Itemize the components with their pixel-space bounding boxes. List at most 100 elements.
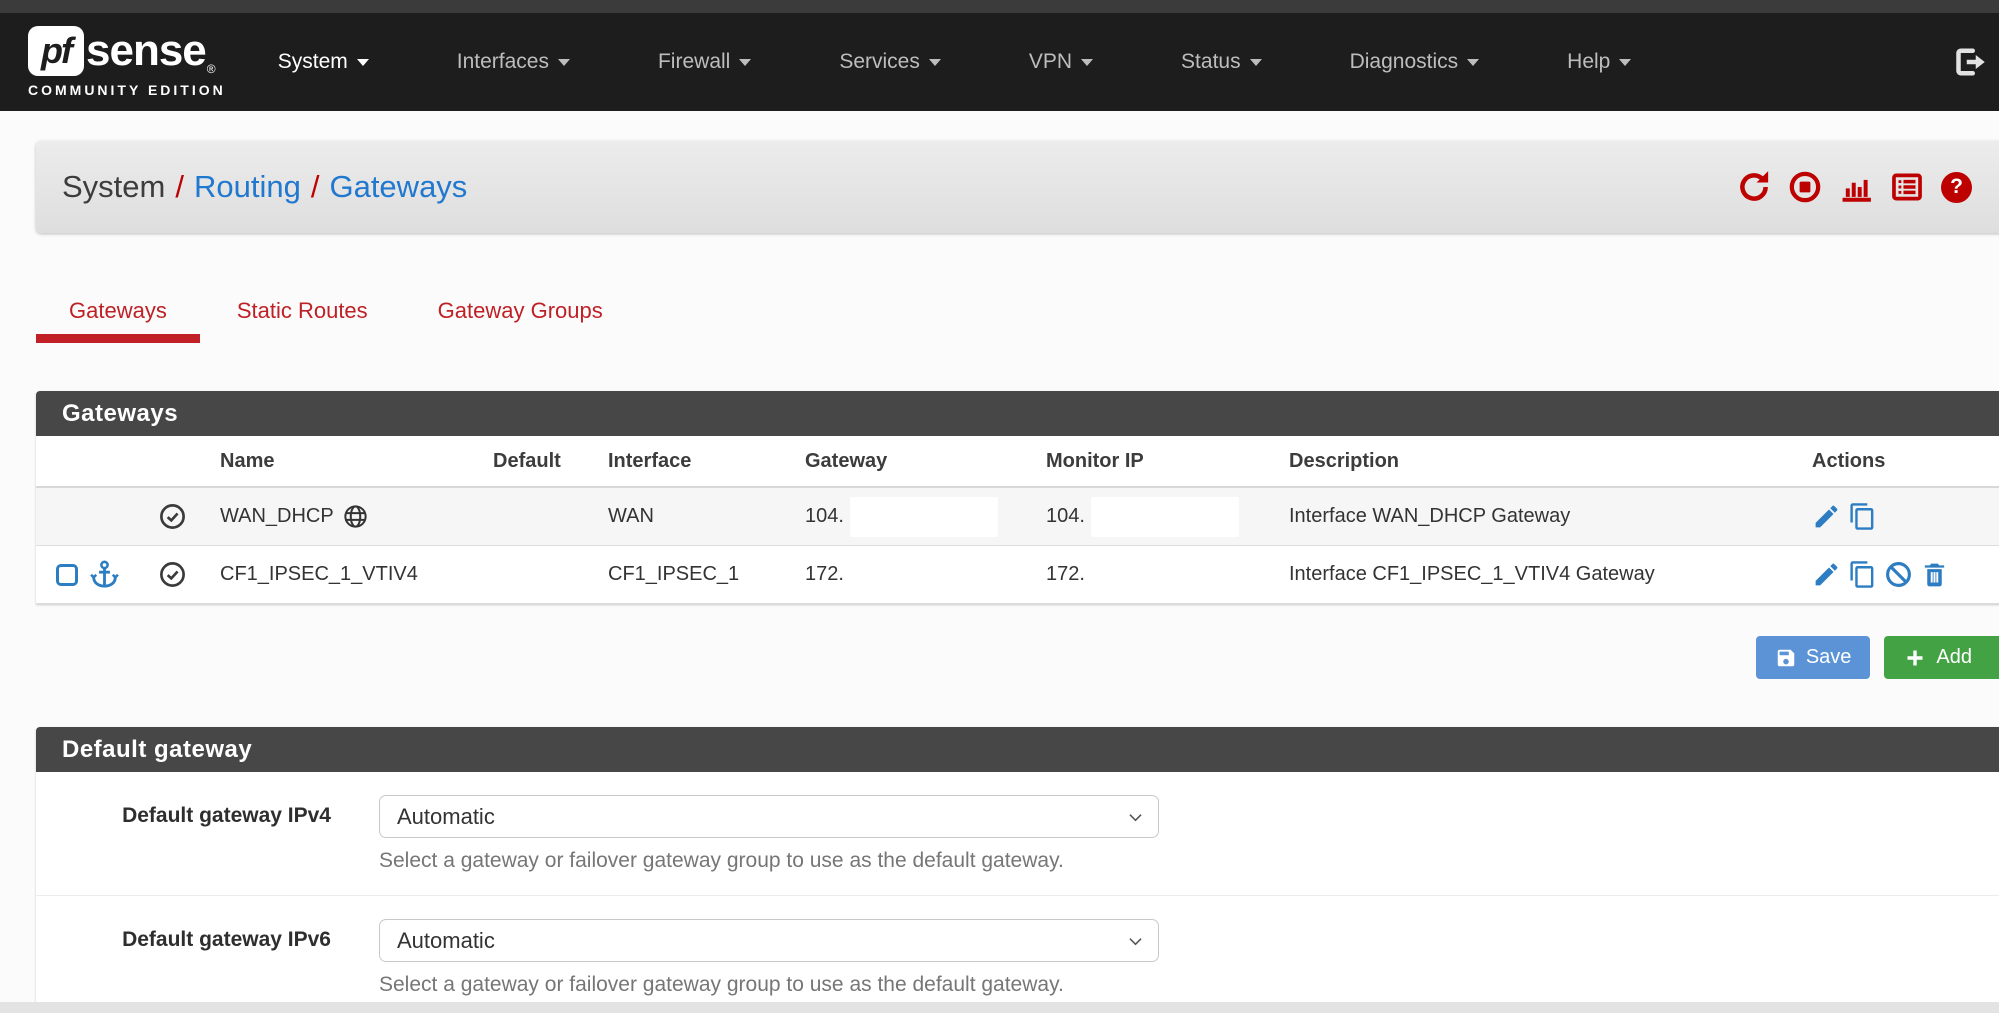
copy-icon[interactable] bbox=[1848, 560, 1877, 589]
default-gateway-panel-header: Default gateway bbox=[36, 727, 1999, 772]
pfsense-gateways-page: pf sense ® COMMUNITY EDITION System Inte… bbox=[0, 0, 1999, 1013]
navbar-right bbox=[1951, 44, 1987, 80]
stop-circle-icon[interactable] bbox=[1788, 170, 1822, 204]
globe-icon bbox=[342, 503, 369, 530]
breadcrumb-separator: / bbox=[301, 169, 330, 204]
table-row: WAN_DHCP WAN 104. 104. Interface WAN_DHC… bbox=[36, 488, 1999, 546]
chevron-down-icon bbox=[1126, 932, 1145, 951]
default-gateway-ipv4-select[interactable]: Automatic bbox=[379, 795, 1159, 838]
nav-item-interfaces[interactable]: Interfaces bbox=[457, 50, 570, 74]
edit-icon[interactable] bbox=[1812, 560, 1841, 589]
nav-item-system[interactable]: System bbox=[278, 50, 369, 74]
gateway-description: Interface WAN_DHCP Gateway bbox=[1289, 505, 1812, 528]
nav-item-firewall[interactable]: Firewall bbox=[658, 50, 751, 74]
column-header-actions: Actions bbox=[1812, 450, 1999, 473]
form-row-ipv6: Default gateway IPv6 Automatic Select a … bbox=[36, 895, 1999, 1013]
gateway-address: 104. bbox=[805, 505, 844, 528]
plus-icon bbox=[1903, 646, 1927, 670]
field-help-text: Select a gateway or failover gateway gro… bbox=[379, 973, 1159, 997]
nav-menu: System Interfaces Firewall Services VPN … bbox=[278, 50, 1632, 74]
default-gateway-ipv6-select[interactable]: Automatic bbox=[379, 919, 1159, 962]
gateways-panel-header: Gateways bbox=[36, 391, 1999, 436]
column-header-gateway: Gateway bbox=[805, 450, 1046, 473]
refresh-icon[interactable] bbox=[1737, 170, 1771, 204]
button-row: Save Add bbox=[36, 636, 1999, 679]
chevron-down-icon bbox=[1081, 59, 1093, 66]
breadcrumb: System/Routing/Gateways bbox=[36, 141, 1999, 233]
page-title: System/Routing/Gateways bbox=[62, 169, 467, 205]
edit-icon[interactable] bbox=[1812, 502, 1841, 531]
table-row: CF1_IPSEC_1_VTIV4 CF1_IPSEC_1 172. 172. … bbox=[36, 546, 1999, 604]
nav-item-status[interactable]: Status bbox=[1181, 50, 1262, 74]
nav-item-help[interactable]: Help bbox=[1567, 50, 1631, 74]
content-area: System/Routing/Gateways bbox=[36, 141, 1999, 1013]
save-button[interactable]: Save bbox=[1756, 636, 1871, 679]
check-circle-icon bbox=[158, 560, 187, 589]
registered-mark: ® bbox=[207, 62, 216, 76]
column-header-interface: Interface bbox=[608, 450, 805, 473]
column-header-default: Default bbox=[493, 450, 608, 473]
redaction-box bbox=[1091, 497, 1239, 537]
tab-static-routes[interactable]: Static Routes bbox=[204, 291, 401, 343]
panel-title: Gateways bbox=[62, 400, 178, 428]
default-gateway-ipv4-label: Default gateway IPv4 bbox=[36, 795, 331, 873]
chevron-down-icon bbox=[929, 59, 941, 66]
window-top-strip bbox=[0, 0, 1999, 13]
gateway-description: Interface CF1_IPSEC_1_VTIV4 Gateway bbox=[1289, 563, 1812, 586]
column-header-description: Description bbox=[1289, 450, 1812, 473]
redaction-box bbox=[850, 497, 998, 537]
chevron-down-icon bbox=[1126, 808, 1145, 827]
gateway-name: CF1_IPSEC_1_VTIV4 bbox=[220, 563, 418, 586]
chevron-down-icon bbox=[558, 59, 570, 66]
anchor-icon bbox=[89, 559, 120, 590]
breadcrumb-link-gateways[interactable]: Gateways bbox=[329, 169, 467, 204]
tab-gateway-groups[interactable]: Gateway Groups bbox=[405, 291, 636, 343]
field-help-text: Select a gateway or failover gateway gro… bbox=[379, 849, 1159, 873]
nav-item-diagnostics[interactable]: Diagnostics bbox=[1350, 50, 1480, 74]
gateway-name: WAN_DHCP bbox=[220, 505, 334, 528]
form-row-ipv4: Default gateway IPv4 Automatic Select a … bbox=[36, 772, 1999, 895]
disable-icon[interactable] bbox=[1884, 560, 1913, 589]
panel-title: Default gateway bbox=[62, 736, 252, 764]
tab-gateways[interactable]: Gateways bbox=[36, 291, 200, 343]
breadcrumb-link-routing[interactable]: Routing bbox=[194, 169, 301, 204]
chevron-down-icon bbox=[1619, 59, 1631, 66]
breadcrumb-section: System bbox=[62, 169, 165, 204]
brand-subtitle: COMMUNITY EDITION bbox=[28, 82, 226, 98]
monitor-ip: 104. bbox=[1046, 505, 1085, 528]
save-icon bbox=[1775, 647, 1797, 669]
add-button[interactable]: Add bbox=[1884, 636, 1999, 679]
nav-item-vpn[interactable]: VPN bbox=[1029, 50, 1093, 74]
chevron-down-icon bbox=[1467, 59, 1479, 66]
column-header-name: Name bbox=[220, 450, 493, 473]
check-circle-icon bbox=[158, 502, 187, 531]
sign-out-icon[interactable] bbox=[1951, 44, 1987, 80]
gateway-interface: CF1_IPSEC_1 bbox=[608, 563, 805, 586]
monitor-ip: 172. bbox=[1046, 563, 1085, 586]
gateway-address: 172. bbox=[805, 563, 844, 586]
row-select-checkbox[interactable] bbox=[56, 564, 78, 586]
default-gateway-ipv6-label: Default gateway IPv6 bbox=[36, 919, 331, 997]
gateway-interface: WAN bbox=[608, 505, 805, 528]
default-gateway-panel: Default gateway Default gateway IPv4 Aut… bbox=[36, 727, 1999, 1013]
help-icon[interactable]: ? bbox=[1941, 172, 1972, 203]
tab-bar: Gateways Static Routes Gateway Groups bbox=[36, 291, 1999, 343]
column-header-monitor-ip: Monitor IP bbox=[1046, 450, 1289, 473]
chevron-down-icon bbox=[739, 59, 751, 66]
nav-item-services[interactable]: Services bbox=[839, 50, 941, 74]
page-action-icons: ? bbox=[1737, 170, 1972, 204]
copy-icon[interactable] bbox=[1848, 502, 1877, 531]
gateways-panel: Gateways Name Default Interface Gateway … bbox=[36, 391, 1999, 604]
table-header-row: Name Default Interface Gateway Monitor I… bbox=[36, 436, 1999, 488]
bar-chart-icon[interactable] bbox=[1839, 170, 1873, 204]
delete-icon[interactable] bbox=[1920, 560, 1949, 589]
navbar: pf sense ® COMMUNITY EDITION System Inte… bbox=[0, 13, 1999, 111]
chevron-down-icon bbox=[357, 59, 369, 66]
chevron-down-icon bbox=[1250, 59, 1262, 66]
breadcrumb-separator: / bbox=[165, 169, 194, 204]
pfsense-logo[interactable]: pf sense ® COMMUNITY EDITION bbox=[28, 26, 226, 98]
brand-sense: sense bbox=[86, 26, 206, 76]
bottom-strip bbox=[0, 1002, 1999, 1013]
list-icon[interactable] bbox=[1890, 170, 1924, 204]
pf-logo-box: pf bbox=[28, 26, 84, 76]
